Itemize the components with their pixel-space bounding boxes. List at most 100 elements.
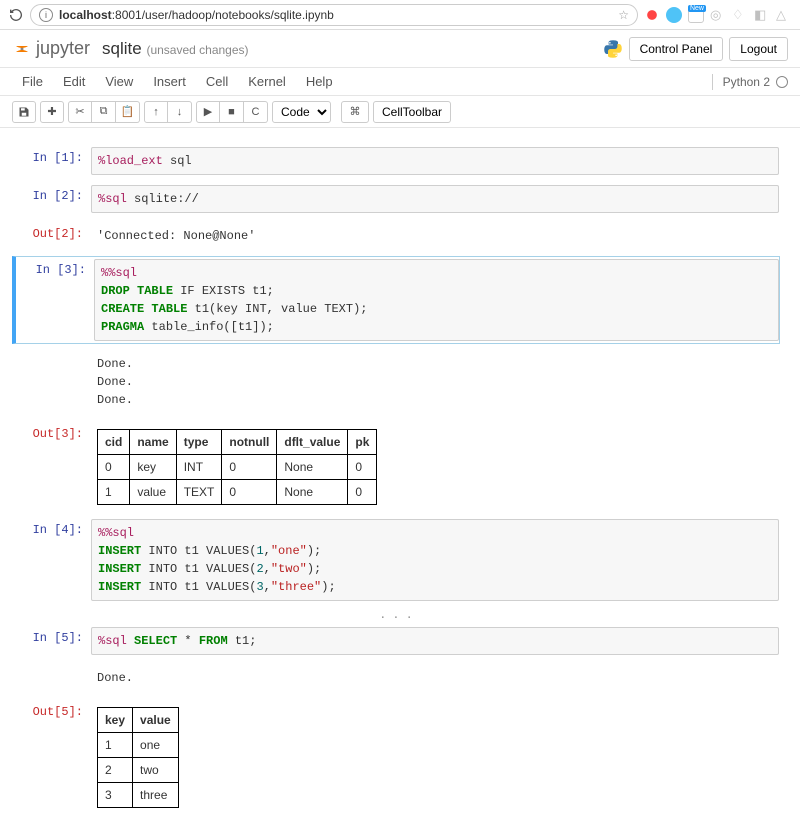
table-row: 3three: [98, 783, 179, 808]
interrupt-button[interactable]: ■: [220, 101, 244, 123]
table-row: 0keyINT0None0: [98, 455, 377, 480]
jupyter-logo-text: jupyter: [36, 38, 90, 59]
code-input[interactable]: %load_ext sql: [91, 147, 779, 175]
table-header: pk: [348, 430, 377, 455]
table-cell: three: [133, 783, 179, 808]
restart-button[interactable]: C: [244, 101, 268, 123]
code-input[interactable]: %sql sqlite://: [91, 185, 779, 213]
table-cell: two: [133, 758, 179, 783]
stdout-output: Done.Done.Done.: [91, 351, 779, 413]
table-cell: 0: [98, 455, 130, 480]
code-input[interactable]: %%sql INSERT INTO t1 VALUES(1,"one"); IN…: [91, 519, 779, 601]
table-row: 1one: [98, 733, 179, 758]
table-cell: one: [133, 733, 179, 758]
table-cell: 0: [222, 455, 277, 480]
table-header: cid: [98, 430, 130, 455]
table-cell: 3: [98, 783, 133, 808]
in-prompt: In [1]:: [13, 147, 91, 175]
extension-icon-disabled[interactable]: ♢: [732, 7, 748, 23]
extension-icon-disabled[interactable]: ◎: [710, 7, 726, 23]
table-header: key: [98, 708, 133, 733]
code-cell[interactable]: In [3]:%%sql DROP TABLE IF EXISTS t1; CR…: [12, 256, 780, 344]
table-cell: 2: [98, 758, 133, 783]
out-prompt: Out[2]:: [13, 223, 91, 249]
command-palette-button[interactable]: ⌘: [341, 101, 369, 123]
cell-type-select[interactable]: Code: [272, 101, 331, 123]
menu-view[interactable]: View: [95, 70, 143, 93]
cut-button[interactable]: ✂: [68, 101, 92, 123]
table-header: type: [176, 430, 222, 455]
kernel-name: Python 2: [723, 75, 770, 89]
table-cell: INT: [176, 455, 222, 480]
menu-file[interactable]: File: [12, 70, 53, 93]
cell-toolbar-button[interactable]: CellToolbar: [373, 101, 451, 123]
code-cell[interactable]: In [4]:%%sql INSERT INTO t1 VALUES(1,"on…: [12, 516, 780, 604]
paste-button[interactable]: 📋: [116, 101, 140, 123]
extension-icon-disabled[interactable]: △: [776, 7, 792, 23]
result-table: cidnametypenotnulldflt_valuepk0keyINT0No…: [97, 429, 377, 505]
extension-icons: New ◎ ♢ ◧ △: [644, 7, 792, 23]
save-button[interactable]: [12, 101, 36, 123]
table-row: 2two: [98, 758, 179, 783]
in-prompt: In [5]:: [13, 627, 91, 655]
menu-bar: FileEditViewInsertCellKernelHelp Python …: [0, 68, 800, 96]
url-host: localhost:8001/user/hadoop/notebooks/sql…: [59, 8, 334, 22]
table-cell: None: [277, 455, 348, 480]
logout-button[interactable]: Logout: [729, 37, 788, 61]
move-down-button[interactable]: ↓: [168, 101, 192, 123]
code-cell[interactable]: In [2]:%sql sqlite://: [12, 182, 780, 216]
in-prompt: In [2]:: [13, 185, 91, 213]
notebook-header: jupyter sqlite (unsaved changes) Control…: [0, 30, 800, 68]
extension-icon-disabled[interactable]: ◧: [754, 7, 770, 23]
table-cell: value: [130, 480, 176, 505]
url-bar[interactable]: i localhost:8001/user/hadoop/notebooks/s…: [30, 4, 638, 26]
jupyter-logo[interactable]: jupyter: [12, 38, 90, 59]
browser-toolbar: i localhost:8001/user/hadoop/notebooks/s…: [0, 0, 800, 30]
table-row: 1valueTEXT0None0: [98, 480, 377, 505]
menu-insert[interactable]: Insert: [143, 70, 196, 93]
out-prompt: Out[5]:: [13, 701, 91, 812]
in-prompt: In [4]:: [13, 519, 91, 601]
code-cell[interactable]: In [5]:%sql SELECT * FROM t1;: [12, 624, 780, 658]
code-input[interactable]: %%sql DROP TABLE IF EXISTS t1; CREATE TA…: [94, 259, 779, 341]
table-cell: TEXT: [176, 480, 222, 505]
table-cell: None: [277, 480, 348, 505]
notebook-title[interactable]: sqlite (unsaved changes): [102, 39, 249, 59]
menu-help[interactable]: Help: [296, 70, 343, 93]
extension-icon[interactable]: [666, 7, 682, 23]
bookmark-star-icon[interactable]: ☆: [618, 8, 629, 22]
text-output: 'Connected: None@None': [91, 223, 779, 249]
toolbar: ✚ ✂ ⧉ 📋 ↑ ↓ ▶ ■ C Code ⌘ CellToolbar: [0, 96, 800, 128]
control-panel-button[interactable]: Control Panel: [629, 37, 724, 61]
move-up-button[interactable]: ↑: [144, 101, 168, 123]
table-header: value: [133, 708, 179, 733]
extension-icon[interactable]: [644, 7, 660, 23]
notebook-container: In [1]:%load_ext sqlIn [2]:%sql sqlite:/…: [0, 128, 800, 835]
reload-icon[interactable]: [8, 7, 24, 23]
run-button[interactable]: ▶: [196, 101, 220, 123]
copy-button[interactable]: ⧉: [92, 101, 116, 123]
out-prompt: Out[3]:: [13, 423, 91, 509]
menu-kernel[interactable]: Kernel: [238, 70, 296, 93]
kernel-indicator: Python 2: [712, 74, 788, 90]
jupyter-logo-icon: [12, 39, 32, 59]
table-cell: 1: [98, 480, 130, 505]
site-info-icon[interactable]: i: [39, 8, 53, 22]
stdout-output: Done.: [91, 665, 779, 691]
code-cell[interactable]: In [1]:%load_ext sql: [12, 144, 780, 178]
table-cell: 0: [222, 480, 277, 505]
table-header: notnull: [222, 430, 277, 455]
output-truncated: . . .: [12, 608, 780, 624]
table-cell: 1: [98, 733, 133, 758]
in-prompt: In [3]:: [16, 259, 94, 341]
menu-edit[interactable]: Edit: [53, 70, 95, 93]
python-logo-icon: [603, 39, 623, 59]
table-cell: 0: [348, 455, 377, 480]
menu-cell[interactable]: Cell: [196, 70, 238, 93]
table-cell: 0: [348, 480, 377, 505]
code-input[interactable]: %sql SELECT * FROM t1;: [91, 627, 779, 655]
table-header: dflt_value: [277, 430, 348, 455]
extension-icon[interactable]: New: [688, 7, 704, 23]
empty-prompt: [13, 351, 91, 413]
add-cell-button[interactable]: ✚: [40, 101, 64, 123]
